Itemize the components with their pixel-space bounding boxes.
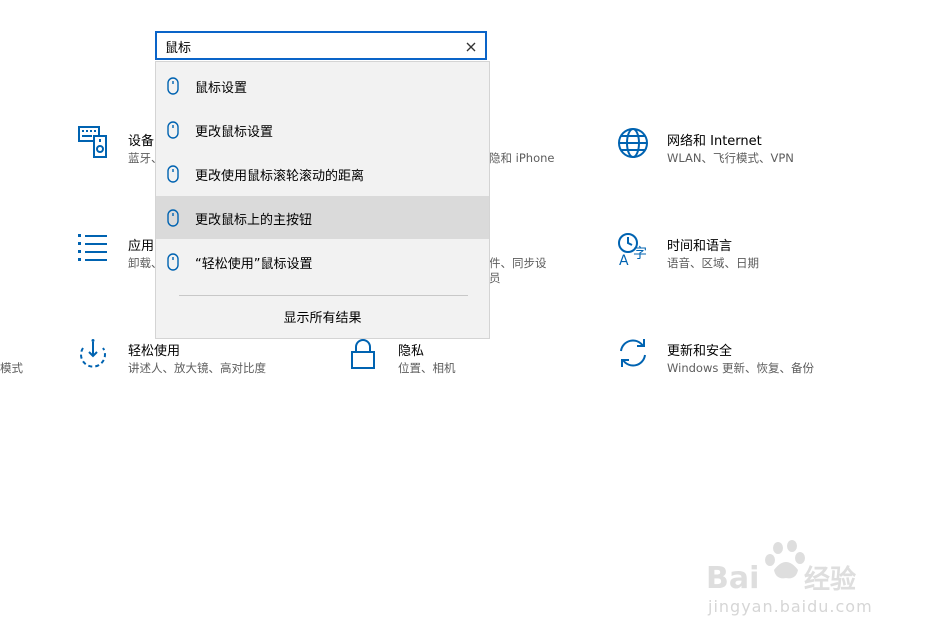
suggestion-item[interactable]: 更改鼠标设置	[156, 108, 489, 151]
close-icon	[466, 42, 476, 52]
svg-text:经验: 经验	[804, 564, 856, 595]
suggestion-label: 鼠标设置	[195, 81, 248, 96]
tile-subtitle: Windows 更新、恢复、备份	[667, 361, 814, 375]
tile-subtitle: 隐和 iPhone	[489, 151, 555, 165]
suggestion-label: 更改鼠标上的主按钮	[195, 213, 313, 228]
suggestion-item[interactable]: “轻松使用”鼠标设置	[156, 240, 489, 283]
tile-subtitle: 位置、相机	[398, 361, 456, 375]
suggestion-label: 更改鼠标设置	[195, 125, 274, 140]
sync-icon	[617, 337, 649, 369]
tile-title: 网络和 Internet	[667, 134, 762, 149]
suggestion-item-highlighted[interactable]: 更改鼠标上的主按钮	[156, 196, 489, 239]
ease-of-access-icon	[77, 338, 109, 370]
lock-icon	[350, 338, 376, 370]
show-all-results-link[interactable]: 显示所有结果	[156, 307, 489, 326]
tile-subtitle: 讲述人、放大镜、高对比度	[128, 361, 266, 375]
tile-title: 应用	[128, 239, 155, 254]
apps-list-icon	[78, 233, 108, 261]
search-box[interactable]	[155, 31, 487, 60]
svg-text:A: A	[619, 253, 629, 266]
search-input[interactable]	[165, 37, 455, 55]
tile-title: 轻松使用	[128, 344, 181, 359]
devices-icon	[78, 126, 108, 158]
suggestion-item[interactable]: 更改使用鼠标滚轮滚动的距离	[156, 152, 489, 195]
mouse-icon	[167, 165, 179, 187]
tile-title: 时间和语言	[667, 239, 733, 254]
search-suggestions-dropdown: 鼠标设置 更改鼠标设置 更改使用鼠标滚轮滚动的距离 更改鼠标上的主按钮 “轻松使…	[155, 61, 490, 339]
svg-text:Bai: Bai	[706, 561, 759, 596]
tile-title: 设备	[128, 134, 155, 149]
time-language-icon: A 字	[617, 232, 651, 266]
tile-subtitle: 语音、区域、日期	[667, 256, 759, 270]
divider	[179, 295, 468, 296]
tile-subtitle-line1: 件、同步设	[489, 256, 547, 270]
mouse-icon	[167, 209, 179, 231]
suggestion-label: 更改使用鼠标滚轮滚动的距离	[195, 169, 365, 184]
tile-subtitle-line2: 员	[489, 271, 501, 285]
tile-title: 更新和安全	[667, 344, 733, 359]
clear-search-button[interactable]	[464, 39, 478, 53]
watermark-url: jingyan.baidu.com	[708, 597, 873, 616]
tile-title: 隐私	[398, 344, 425, 359]
mouse-icon	[167, 121, 179, 143]
mouse-icon	[167, 77, 179, 99]
suggestion-item[interactable]: 鼠标设置	[156, 64, 489, 107]
suggestion-label: “轻松使用”鼠标设置	[195, 257, 313, 272]
globe-icon	[617, 127, 649, 159]
tile-subtitle: 模式	[0, 361, 23, 375]
mouse-icon	[167, 253, 179, 275]
tile-subtitle: WLAN、飞行模式、VPN	[667, 151, 794, 165]
svg-text:字: 字	[633, 246, 647, 262]
